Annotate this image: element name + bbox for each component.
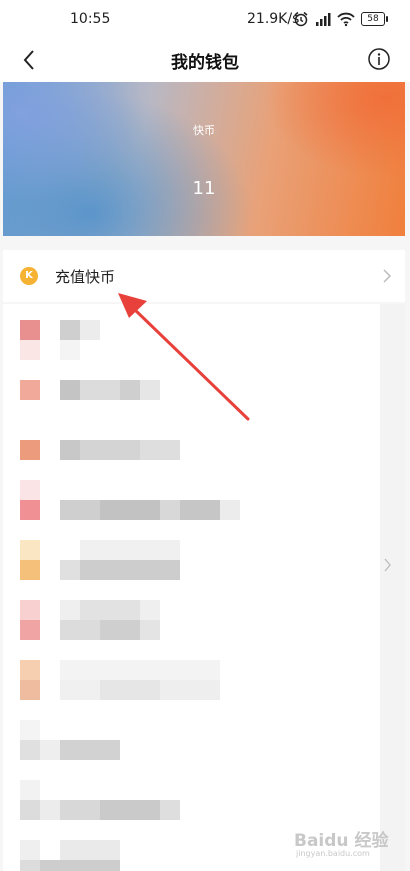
obscured-text <box>60 680 100 700</box>
obscured-text <box>60 560 80 580</box>
obscured-icon <box>20 600 40 620</box>
obscured-text <box>80 380 120 400</box>
obscured-text <box>80 600 140 620</box>
obscured-text <box>60 840 120 860</box>
obscured-text <box>60 600 80 620</box>
obscured-text <box>100 620 140 640</box>
signal-icon <box>316 13 331 26</box>
obscured-text <box>60 380 80 400</box>
obscured-text <box>60 620 100 640</box>
chevron-right-icon <box>383 269 392 283</box>
page-title: 我的钱包 <box>171 53 239 73</box>
obscured-icon <box>20 500 40 520</box>
balance-label: 快币 <box>193 124 215 137</box>
watermark-url: jingyan.baidu.com <box>296 849 370 858</box>
recharge-label: 充值快币 <box>55 268 116 286</box>
obscured-icon <box>20 320 40 340</box>
obscured-icon <box>20 480 40 500</box>
obscured-text <box>180 500 220 520</box>
status-icons: 58 <box>293 9 388 29</box>
obscured-text <box>220 500 240 520</box>
obscured-icon <box>20 620 40 640</box>
obscured-icon <box>20 660 40 680</box>
obscured-text <box>60 660 220 680</box>
obscured-icon <box>20 720 40 740</box>
obscured-icon <box>20 800 40 820</box>
obscured-icon <box>20 380 40 400</box>
obscured-text <box>60 740 120 760</box>
wifi-icon <box>337 12 355 27</box>
baidu-watermark: Baidu 经验 jingyan.baidu.com <box>290 822 400 862</box>
obscured-text <box>40 740 60 760</box>
obscured-text <box>60 440 80 460</box>
recharge-row[interactable]: K 充值快币 <box>3 250 405 302</box>
obscured-text <box>60 800 100 820</box>
alarm-icon <box>294 11 308 27</box>
obscured-text <box>120 380 140 400</box>
watermark-text: Baidu 经验 <box>294 831 389 851</box>
obscured-text <box>160 500 180 520</box>
obscured-text <box>160 800 180 820</box>
obscured-text <box>160 680 220 700</box>
obscured-text <box>60 340 80 360</box>
obscured-icon <box>20 740 40 760</box>
obscured-icon <box>20 540 40 560</box>
obscured-text <box>140 600 160 620</box>
status-bar: 10:55 21.9K/s 58 <box>0 0 410 38</box>
obscured-text <box>80 540 180 560</box>
obscured-text <box>40 860 120 871</box>
nav-bar: 我的钱包 <box>0 38 410 82</box>
obscured-text <box>140 620 160 640</box>
balance-value: 11 <box>192 178 216 199</box>
network-speed: 21.9K/s <box>247 11 300 27</box>
obscured-icon <box>20 780 40 800</box>
obscured-text <box>140 380 160 400</box>
info-icon[interactable] <box>367 47 391 71</box>
obscured-text <box>60 320 80 340</box>
status-time: 10:55 <box>70 11 111 27</box>
obscured-icon <box>20 840 40 860</box>
obscured-text <box>140 440 180 460</box>
obscured-text <box>80 560 180 580</box>
obscured-icon <box>20 340 40 360</box>
battery-icon: 58 <box>361 12 388 26</box>
obscured-text <box>100 500 160 520</box>
obscured-text <box>100 680 160 700</box>
obscured-text <box>100 800 160 820</box>
obscured-icon <box>20 860 40 871</box>
obscured-text <box>80 440 140 460</box>
obscured-text <box>80 320 100 340</box>
obscured-text <box>40 800 60 820</box>
obscured-icon <box>20 560 40 580</box>
obscured-icon <box>20 680 40 700</box>
list-edge-block <box>380 304 405 871</box>
coin-icon: K <box>20 267 38 285</box>
chevron-right-icon <box>384 558 391 572</box>
balance-card: 快币 11 <box>3 82 405 236</box>
obscured-icon <box>20 440 40 460</box>
obscured-text <box>60 500 100 520</box>
